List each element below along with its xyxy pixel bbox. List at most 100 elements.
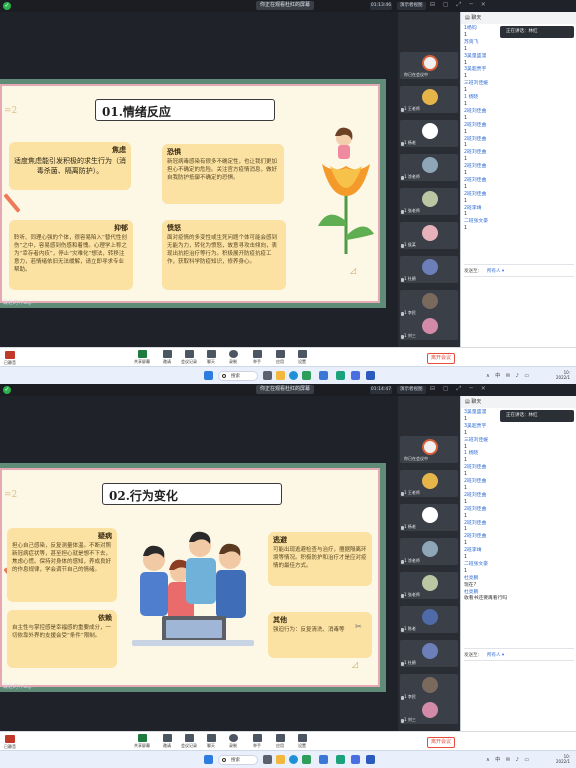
notes-icon [184, 350, 194, 358]
card-dependence: 依赖 自主性与掌控感是幸福感的重要成分，一切依靠外界的支援会受“条件”限制。 [7, 610, 117, 668]
meeting-app-icon[interactable] [302, 755, 311, 764]
video-tile[interactable]: 1 刘三 [400, 316, 458, 340]
taskbar-clock[interactable]: 10: 2022/1 [556, 370, 570, 380]
avatar [422, 318, 438, 334]
video-tile[interactable]: 1 李民 [400, 290, 458, 317]
video-tile[interactable]: 1 涂老师 [400, 538, 458, 565]
avatar [422, 541, 438, 557]
window-controls[interactable]: ⊟ ▢ ⤢ ─ ✕ [430, 1, 489, 9]
participant-video-column: 你已在会议中 1 王老师 1 杨老 1 涂老师 1 张老师 1 陈老 1 杜鹃 … [398, 396, 460, 731]
video-tile[interactable]: 1 杜鹃 [400, 640, 458, 667]
card-title: 愤怒 [167, 224, 181, 232]
toolbar-label: 邀请 [163, 359, 171, 364]
chat-sender: 1 杨晓 [464, 451, 479, 457]
collapse-chevron-icon[interactable]: ‹ [28, 300, 31, 308]
toolbar-label: 共享屏幕 [134, 743, 150, 748]
app-icon[interactable] [319, 755, 328, 764]
window-controls[interactable]: ⊟ ▢ ⤢ ─ ✕ [430, 385, 489, 393]
share-screen-button[interactable]: 共享屏幕 [128, 734, 156, 749]
avatar [422, 473, 438, 489]
chat-sender: 三班刘佳媛 [464, 81, 488, 87]
app-icon[interactable] [366, 755, 375, 764]
taskbar-clock[interactable]: 10: 2022/1 [556, 754, 570, 764]
ruler-decoration: ◿ [350, 266, 357, 275]
ruler-decoration: ◿ [352, 660, 359, 669]
app-icon[interactable] [351, 755, 360, 764]
app-icon[interactable] [336, 371, 345, 380]
chat-sender: 2班刘佳曲 [464, 191, 487, 197]
video-tile[interactable]: 1 王老师 [400, 470, 458, 497]
file-explorer-icon[interactable] [276, 755, 285, 764]
video-tile[interactable]: 1 刘三 [400, 700, 458, 724]
chat-message-list[interactable]: 1杨钧 1 苏贡飞 1 3吴量盛漫 1 3吴超贾宇 1 三班刘佳媛 1 1 杨晓… [464, 26, 504, 233]
card-title: 其他 [273, 616, 287, 624]
video-tile[interactable]: 1 李民 [400, 674, 458, 701]
chat-sender: 2班刘佳曲 [464, 108, 487, 114]
share-banner[interactable]: 你正在观看杜红的屏幕 [256, 385, 315, 394]
toolbar-label: 应用 [276, 743, 284, 748]
mute-button[interactable]: 已静音 [4, 735, 16, 750]
chat-message-list[interactable]: 3吴量盛漫 1 3吴超贾宇 1 三班刘佳媛 1 1 杨晓 1 2班刘佳曲 1 2… [464, 410, 507, 603]
mute-button[interactable]: 已静音 [4, 351, 16, 366]
math-decoration: =2 [4, 490, 18, 500]
task-view-icon[interactable] [263, 371, 272, 380]
file-explorer-icon[interactable] [276, 371, 285, 380]
leave-meeting-button[interactable]: 离开会议 [427, 737, 455, 748]
start-icon[interactable] [204, 755, 213, 764]
meeting-app-icon[interactable] [302, 371, 311, 380]
video-tile[interactable]: 1 陈老 [400, 606, 458, 633]
system-tray[interactable]: ∧ 中 ✉ ♪ ▭ [486, 756, 531, 763]
avatar [422, 293, 438, 309]
chat-text: 1 [464, 430, 468, 436]
search-icon [222, 374, 226, 378]
card-title: 逃避 [273, 536, 287, 544]
windows-taskbar: 搜索 ∧ 中 ✉ ♪ ▭ 10: 2022/1 [0, 366, 576, 384]
edge-icon[interactable] [289, 755, 298, 764]
app-icon[interactable] [351, 371, 360, 380]
recipient-dropdown[interactable]: 所有人 ▾ [487, 268, 504, 274]
settings-button[interactable]: 设置 [288, 350, 316, 365]
chat-input-field[interactable] [464, 660, 574, 661]
settings-button[interactable]: 设置 [288, 734, 316, 749]
app-icon[interactable] [319, 371, 328, 380]
card-anger: 愤怒 面对疫情的多变性或生死问题个体可能会感到无能为力，转化为愤怒，故意寻攻击倾… [162, 220, 286, 290]
start-icon[interactable] [204, 371, 213, 380]
speaking-indicator[interactable]: 正在讲话：林红 [500, 410, 574, 422]
video-tile[interactable]: 1 涂老师 [400, 154, 458, 181]
view-mode-button[interactable]: 演示者视图 [397, 2, 426, 10]
avatar [422, 259, 438, 275]
video-tile[interactable]: 你已在会议中 [400, 52, 458, 79]
chat-sender: 二班张文豪 [464, 219, 488, 225]
network-status-icon[interactable]: ✓ [3, 2, 11, 10]
card-title: 恐惧 [167, 148, 181, 156]
video-tile[interactable]: 1 王老师 [400, 86, 458, 113]
chat-text: 现在? [464, 582, 477, 588]
card-hypochondria: 疑病 担心自己感染，反复测量体温。不断对照新冠病症状等，甚至担心就是想不下去，焦… [7, 528, 117, 602]
collapse-chevron-icon[interactable]: ‹ [28, 684, 31, 692]
avatar [422, 609, 438, 625]
share-screen-button[interactable]: 共享屏幕 [128, 350, 156, 365]
video-tile[interactable]: 1 张老师 [400, 572, 458, 599]
video-tile[interactable]: 你已在会议中 [400, 436, 458, 463]
video-tile[interactable]: 1 杨老 [400, 504, 458, 531]
people-at-laptop-illustration [132, 531, 254, 646]
chat-text: 1 [464, 184, 468, 190]
math-decoration: =2 [4, 106, 18, 116]
share-banner[interactable]: 你正在观看杜红的屏幕 [256, 1, 315, 10]
participant-name: 1 张老师 [404, 592, 420, 597]
task-view-icon[interactable] [263, 755, 272, 764]
video-tile[interactable]: 1 张老师 [400, 188, 458, 215]
video-tile[interactable]: 1 侯某 [400, 222, 458, 249]
system-tray[interactable]: ∧ 中 ✉ ♪ ▭ [486, 372, 531, 379]
video-tile[interactable]: 1 杨老 [400, 120, 458, 147]
app-icon[interactable] [336, 755, 345, 764]
chat-input-field[interactable] [464, 276, 574, 277]
app-icon[interactable] [366, 371, 375, 380]
view-mode-button[interactable]: 演示者视图 [397, 386, 426, 394]
recipient-dropdown[interactable]: 所有人 ▾ [487, 652, 504, 658]
speaking-indicator[interactable]: 正在讲话：林红 [500, 26, 574, 38]
edge-icon[interactable] [289, 371, 298, 380]
leave-meeting-button[interactable]: 离开会议 [427, 353, 455, 364]
network-status-icon[interactable]: ✓ [3, 386, 11, 394]
video-tile[interactable]: 1 杜鹃 [400, 256, 458, 283]
